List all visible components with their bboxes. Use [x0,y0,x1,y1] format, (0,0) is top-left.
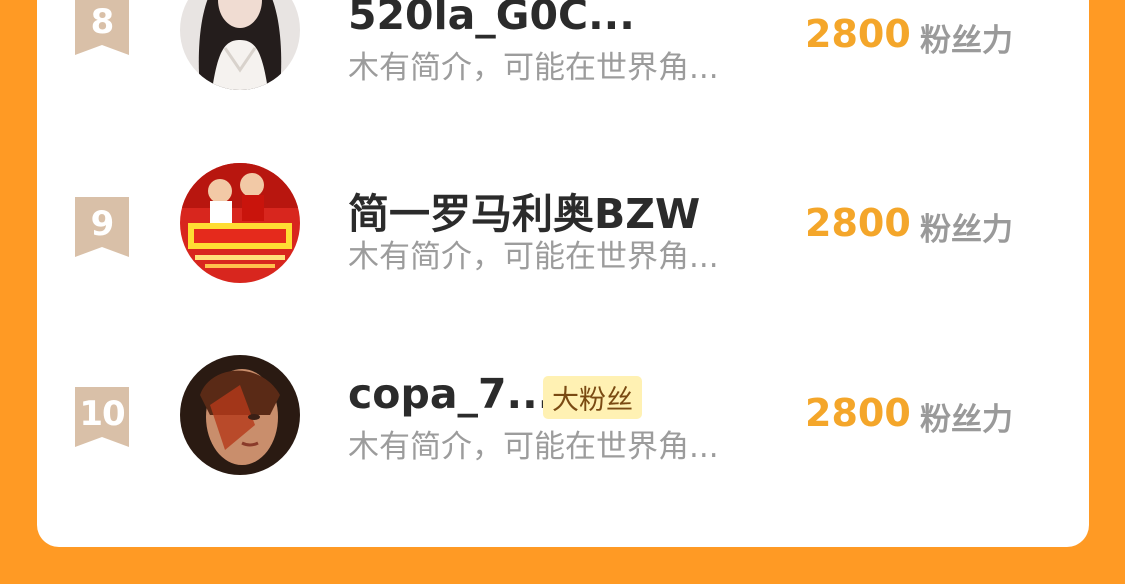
user-bio: 木有简介，可能在世界角... [348,50,719,86]
avatar-portrait-art-icon [180,355,300,475]
fan-power-unit: 粉丝力 [920,402,1013,438]
user-bio: 木有简介，可能在世界角... [348,429,719,465]
rank-badge: 8 [75,0,129,55]
user-bio: 木有简介，可能在世界角... [348,239,719,275]
fan-power-score: 2800 [805,201,911,245]
rank-number: 10 [79,394,125,434]
ranking-card: 8 520la_G0C... 木有简介，可能在世界角... 2800 粉丝力 9 [37,0,1089,547]
ranking-row-10[interactable]: 10 copa_7... 大粉丝 木有简介，可能在世界角... 2800 粉丝力 [37,350,1089,500]
user-name[interactable]: copa_7... [348,370,553,418]
rank-badge: 9 [75,197,129,257]
ranking-row-9[interactable]: 9 简一罗马利奥BZW 木有简介，可能在世界角... 2800 粉丝力 [37,160,1089,310]
avatar[interactable] [180,355,300,475]
avatar[interactable] [180,163,300,283]
user-name[interactable]: 520la_G0C... [348,0,635,39]
fan-power-score: 2800 [805,12,911,56]
avatar-girl-long-hair-icon [180,0,300,90]
fan-power-unit: 粉丝力 [920,212,1013,248]
fan-power-score: 2800 [805,391,911,435]
big-fan-badge: 大粉丝 [543,376,642,419]
avatar[interactable] [180,0,300,90]
rank-badge: 10 [75,387,129,447]
avatar-red-poster-icon [180,163,300,283]
fan-power-unit: 粉丝力 [920,23,1013,59]
rank-number: 8 [90,2,115,42]
rank-number: 9 [90,204,115,244]
ranking-row-8[interactable]: 8 520la_G0C... 木有简介，可能在世界角... 2800 粉丝力 [37,0,1089,120]
